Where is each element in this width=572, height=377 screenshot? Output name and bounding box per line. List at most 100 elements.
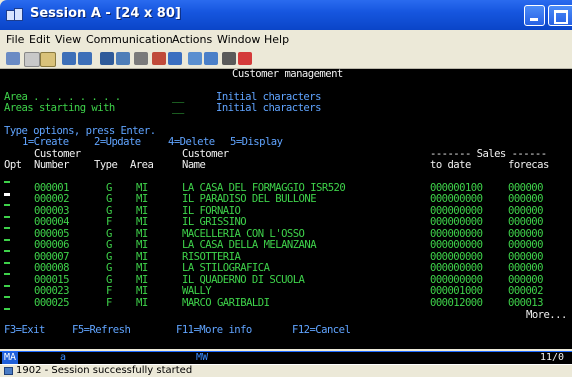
menu-edit[interactable]: Edit <box>29 33 50 46</box>
cell-name: IL PARADISO DEL BULLONE <box>182 193 317 205</box>
status-bar: 1902 - Session successfully started <box>0 364 572 377</box>
cell-area: MI <box>136 216 148 228</box>
menu-help[interactable]: Help <box>264 33 289 46</box>
cell-number: 000006 <box>34 239 70 251</box>
toolbar <box>0 50 572 69</box>
status-message: 1902 - Session successfully started <box>16 365 193 376</box>
cell-number: 000004 <box>34 216 70 228</box>
receive-icon[interactable] <box>78 52 92 65</box>
oia-status-line: MA a MW 11/0 <box>0 352 572 364</box>
cell-number: 000025 <box>34 297 70 309</box>
open-icon[interactable] <box>6 52 20 65</box>
oia-cursor-position: 11/0 <box>540 352 565 363</box>
menu-window[interactable]: Window <box>217 33 260 46</box>
display-icon[interactable] <box>100 52 114 65</box>
cell-area: MI <box>136 285 148 297</box>
stop-icon[interactable] <box>238 52 252 65</box>
header-area: Area <box>130 159 154 171</box>
option-entry-field[interactable] <box>4 239 10 241</box>
cell-area: MI <box>136 262 148 274</box>
option-entry-field[interactable] <box>4 181 10 183</box>
terminal-screen[interactable]: Customer management Area . . . . . . . .… <box>0 69 572 349</box>
send-icon[interactable] <box>62 52 76 65</box>
option-entry-field[interactable] <box>4 262 10 264</box>
header-number: Number <box>34 159 70 171</box>
cell-to-date: 000000000 <box>430 193 483 205</box>
cell-to-date: 000012000 <box>430 297 483 309</box>
cell-forecast: 000002 <box>508 285 544 297</box>
fkey-refresh[interactable]: F5=Refresh <box>72 324 131 337</box>
cell-to-date: 000001000 <box>430 285 483 297</box>
menu-communication[interactable]: Communication <box>86 33 173 46</box>
cell-number: 000023 <box>34 285 70 297</box>
macro-icon[interactable] <box>168 52 182 65</box>
cell-area: MI <box>136 193 148 205</box>
fkey-more-info[interactable]: F11=More info <box>176 324 252 337</box>
cell-name: MARCO GARIBALDI <box>182 297 270 309</box>
minimize-button[interactable] <box>524 5 545 26</box>
option-entry-field[interactable] <box>4 296 10 298</box>
header-name: Name <box>182 159 206 171</box>
option-entry-field[interactable] <box>4 285 10 287</box>
help-icon[interactable] <box>222 52 236 65</box>
cell-type: G <box>106 193 112 205</box>
option-entry-field[interactable] <box>4 308 10 310</box>
window-title: Session A - [24 x 80] <box>30 6 181 21</box>
title-bar[interactable]: Session A - [24 x 80] <box>0 0 572 30</box>
option-entry-field[interactable] <box>4 227 10 229</box>
menu-bar: File Edit View Communication Actions Win… <box>0 30 572 50</box>
cell-type: G <box>106 239 112 251</box>
option-entry-field[interactable] <box>4 250 10 252</box>
cell-name: LA STILOGRAFICA <box>182 262 270 274</box>
more-indicator: More... <box>526 309 567 321</box>
cell-name: LA CASA DELLA MELANZANA <box>182 239 317 251</box>
cell-to-date: 000000000 <box>430 239 483 251</box>
cell-forecast: 000000 <box>508 216 544 228</box>
settings-icon[interactable] <box>188 52 202 65</box>
header-to-date: to date <box>430 159 471 171</box>
cell-type: F <box>106 297 112 309</box>
copy-icon[interactable] <box>24 52 40 67</box>
session-icon <box>6 8 23 22</box>
cell-type: G <box>106 262 112 274</box>
print-icon[interactable] <box>116 52 130 65</box>
option-create: 1=Create <box>22 136 69 148</box>
maximize-button[interactable] <box>548 5 572 26</box>
cell-to-date: 000000000 <box>430 262 483 274</box>
areas-start-label: Areas starting with <box>4 102 115 114</box>
cell-type: F <box>106 216 112 228</box>
playback-icon[interactable] <box>152 52 166 65</box>
cell-area: MI <box>136 239 148 251</box>
menu-actions[interactable]: Actions <box>172 33 212 46</box>
header-opt: Opt <box>4 159 22 171</box>
menu-view[interactable]: View <box>55 33 81 46</box>
cell-name: WALLY <box>182 285 212 297</box>
cell-to-date: 000000000 <box>430 216 483 228</box>
cell-number: 000008 <box>34 262 70 274</box>
paste-icon[interactable] <box>40 52 56 67</box>
cell-name: IL GRISSINO <box>182 216 247 228</box>
cursor <box>4 193 10 196</box>
record-icon[interactable] <box>134 52 148 65</box>
oia-system: MW <box>196 352 209 363</box>
option-entry-field[interactable] <box>4 204 10 206</box>
areas-start-input[interactable]: __ <box>172 102 184 115</box>
cell-type: F <box>106 285 112 297</box>
cell-area: MI <box>136 297 148 309</box>
option-delete: 4=Delete <box>168 136 215 148</box>
option-entry-field[interactable] <box>4 273 10 275</box>
fkey-exit[interactable]: F3=Exit <box>4 324 45 337</box>
cell-forecast: 000013 <box>508 297 544 309</box>
color-icon[interactable] <box>204 52 218 65</box>
fkey-cancel[interactable]: F12=Cancel <box>292 324 351 337</box>
areas-start-hint: Initial characters <box>216 102 321 114</box>
header-forecast: forecas <box>508 159 549 171</box>
menu-file[interactable]: File <box>6 33 24 46</box>
cell-forecast: 000000 <box>508 193 544 205</box>
emulator-window: Session A - [24 x 80] File Edit View Com… <box>0 0 572 377</box>
option-display: 5=Display <box>230 136 283 148</box>
cell-forecast: 000000 <box>508 262 544 274</box>
option-entry-field[interactable] <box>4 216 10 218</box>
header-type: Type <box>94 159 118 171</box>
oia-indicator: MA <box>2 352 19 364</box>
